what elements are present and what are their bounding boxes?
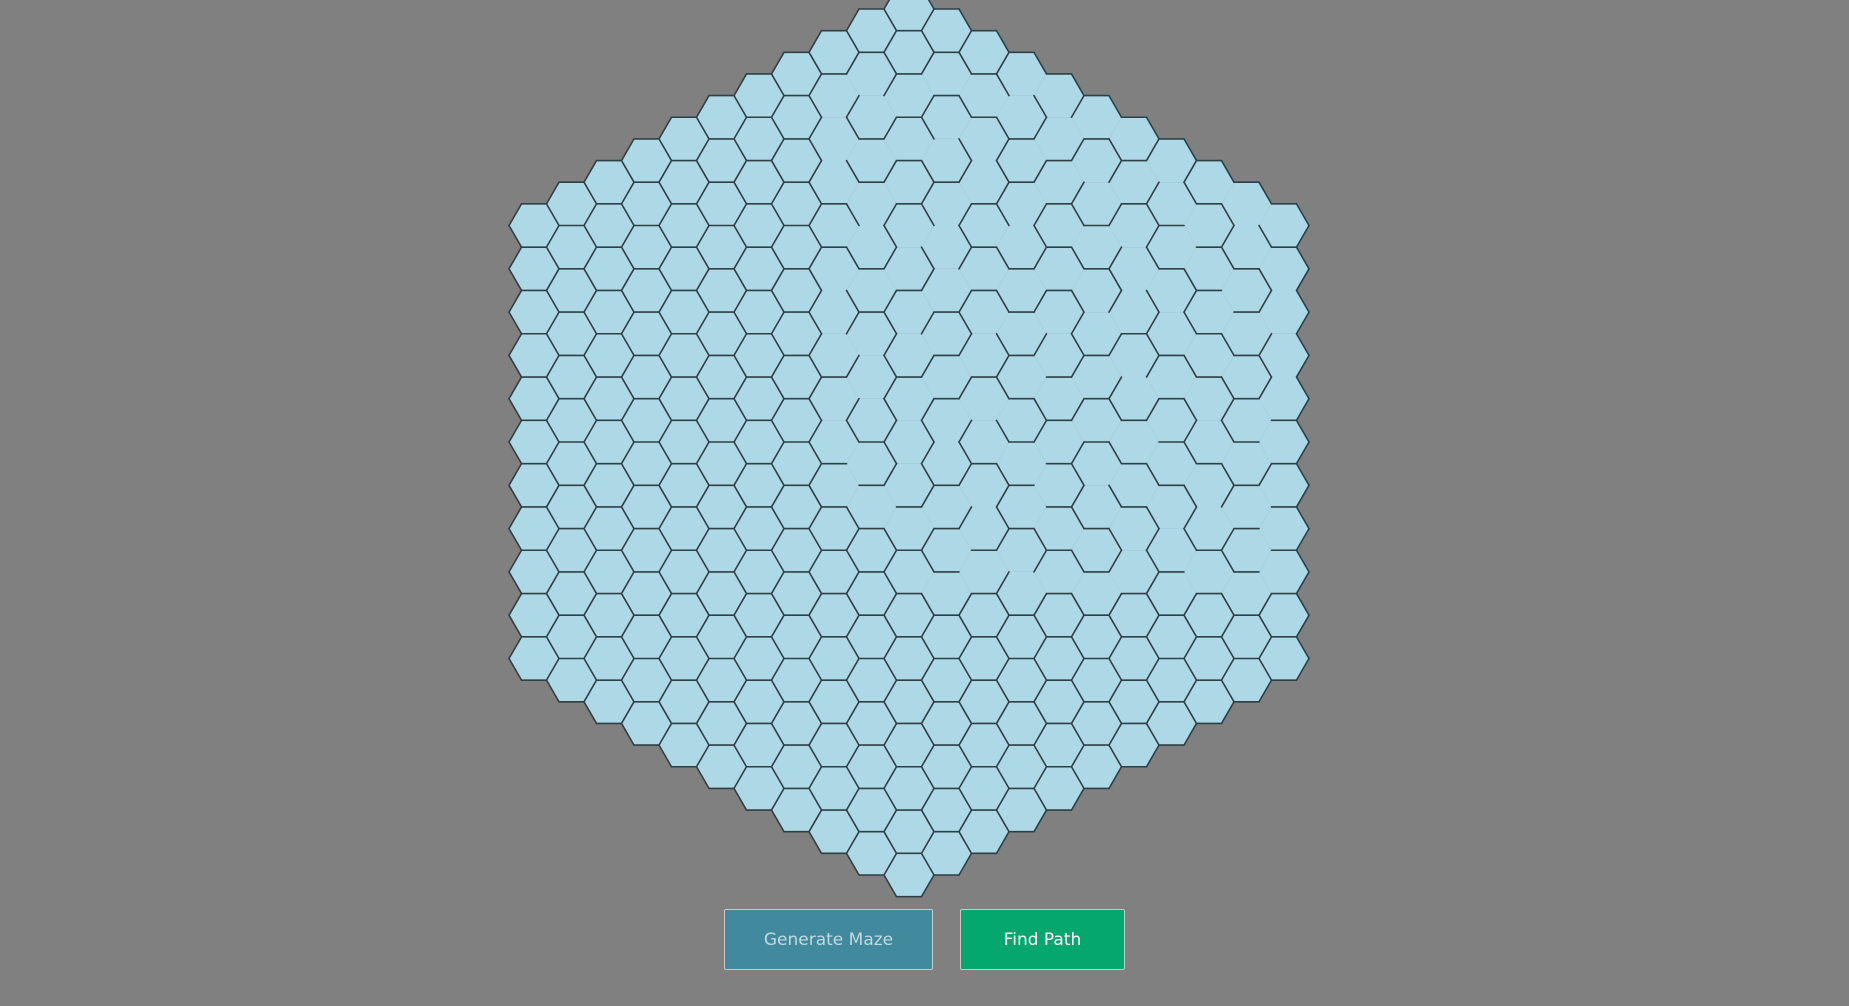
controls-bar: Generate Maze Find Path bbox=[0, 909, 1849, 970]
hex-maze-board[interactable] bbox=[0, 0, 1849, 1006]
generate-maze-button[interactable]: Generate Maze bbox=[724, 909, 933, 970]
find-path-button[interactable]: Find Path bbox=[960, 909, 1125, 970]
